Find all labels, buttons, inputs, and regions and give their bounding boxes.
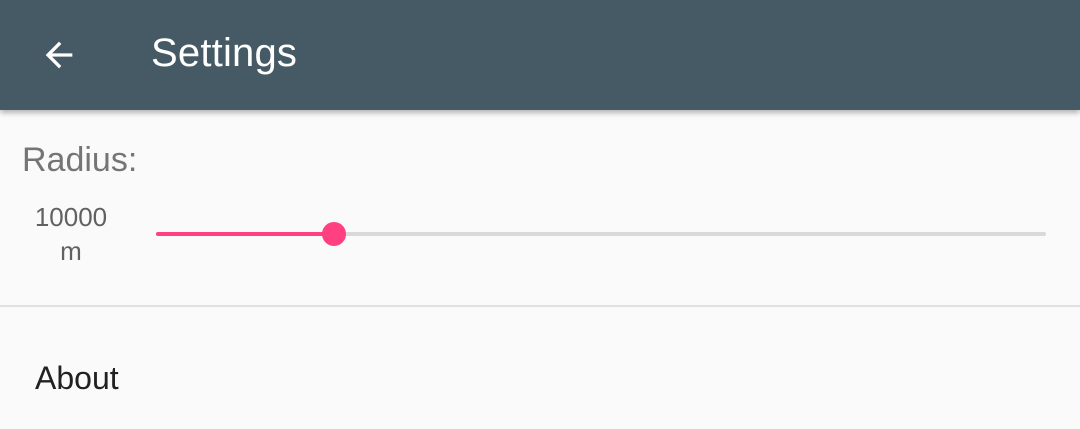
radius-value: 10000 m xyxy=(22,200,120,268)
about-label: About xyxy=(35,360,119,396)
slider-fill xyxy=(156,232,334,236)
radius-value-unit: m xyxy=(60,236,82,266)
radius-value-number: 10000 xyxy=(34,202,108,232)
app-bar: Settings xyxy=(0,0,1080,110)
back-button[interactable] xyxy=(26,22,92,88)
slider-thumb[interactable] xyxy=(322,222,346,246)
about-item[interactable]: About xyxy=(0,307,1080,429)
page-title: Settings xyxy=(151,31,298,75)
arrow-back-icon xyxy=(45,41,73,69)
radius-label: Radius: xyxy=(22,141,138,179)
settings-content: Radius: 10000 m About xyxy=(0,110,1080,429)
radius-slider[interactable] xyxy=(156,216,1046,252)
